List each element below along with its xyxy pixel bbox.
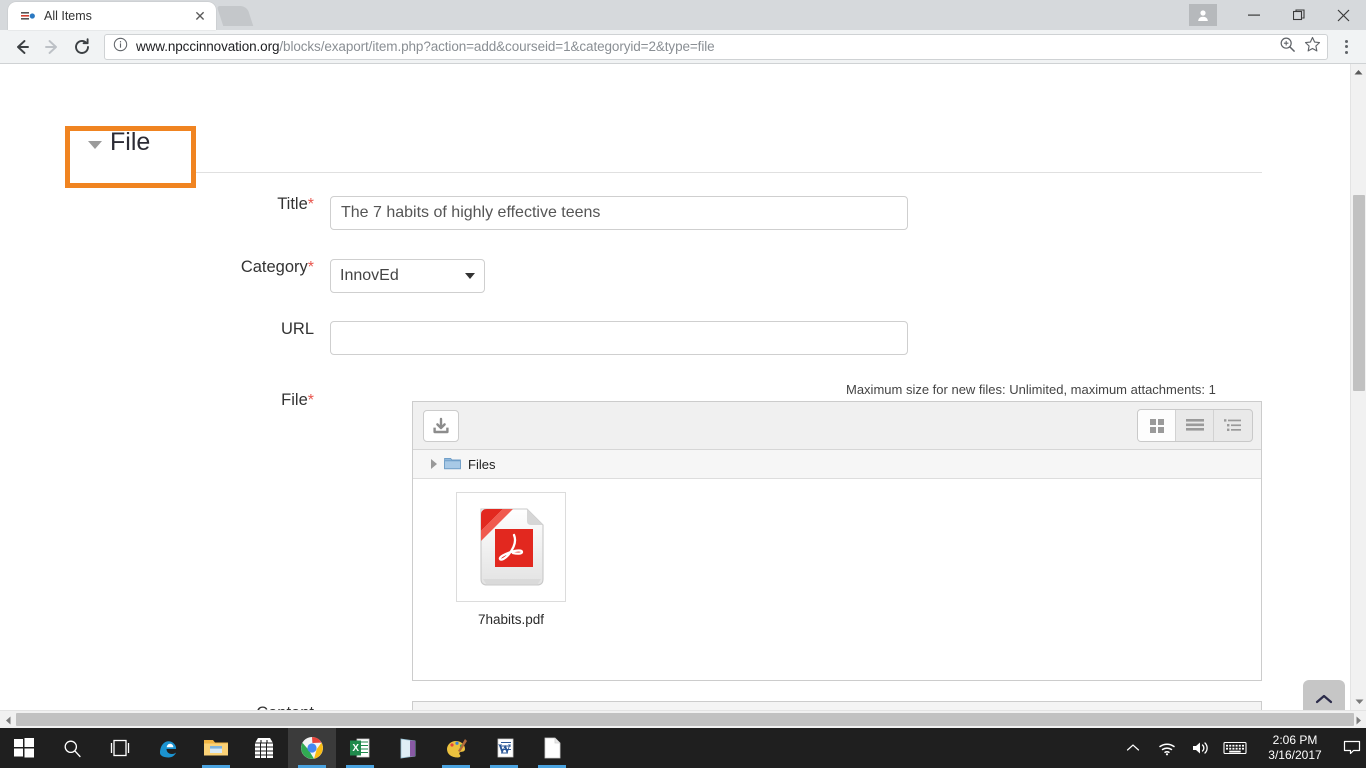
avatar-icon[interactable] <box>1189 4 1217 26</box>
new-tab-icon[interactable] <box>216 6 254 26</box>
svg-text:X: X <box>352 743 359 754</box>
minimize-icon[interactable] <box>1231 0 1276 30</box>
folder-icon <box>444 456 461 473</box>
address-bar[interactable]: www.npccinnovation.org/blocks/exaport/it… <box>104 33 1328 60</box>
exaport-item-form: File Title* Category* InnovEd URL <box>0 64 1350 710</box>
file-manager-body: 7habits.pdf <box>413 479 1261 679</box>
clock-date: 3/16/2017 <box>1268 748 1322 762</box>
pdf-file-icon <box>456 492 566 602</box>
title-input[interactable] <box>330 196 908 230</box>
file-label: File* <box>281 391 314 409</box>
windows-taskbar: X W 2:06 PM 3/16/2017 <box>0 728 1366 768</box>
list-lines-icon[interactable] <box>1176 410 1214 441</box>
browser-toolbar: www.npccinnovation.org/blocks/exaport/it… <box>0 30 1366 64</box>
info-circle-icon[interactable] <box>113 37 129 57</box>
clock[interactable]: 2:06 PM 3/16/2017 <box>1252 728 1338 768</box>
document-icon[interactable] <box>528 728 576 768</box>
file-manager-toolbar <box>413 402 1261 450</box>
excel-icon[interactable]: X <box>336 728 384 768</box>
close-icon[interactable] <box>1321 0 1366 30</box>
tree-list-icon[interactable] <box>1214 410 1252 441</box>
url-text: www.npccinnovation.org/blocks/exaport/it… <box>136 39 1279 54</box>
word-icon[interactable]: W <box>480 728 528 768</box>
windows-start-icon[interactable] <box>0 728 48 768</box>
grid-icon[interactable] <box>1138 410 1176 441</box>
three-dot-menu-icon[interactable] <box>1334 39 1358 54</box>
view-toggle-group <box>1137 409 1253 442</box>
url-host: www.npccinnovation.org <box>136 39 280 54</box>
vertical-scrollbar[interactable] <box>1350 64 1366 710</box>
file-section-legend[interactable]: File <box>88 128 150 157</box>
forward-arrow-icon <box>38 33 66 61</box>
file-name-label: 7habits.pdf <box>477 612 545 627</box>
url-input[interactable] <box>330 321 908 355</box>
caret-left-icon[interactable] <box>0 711 16 729</box>
horizontal-scroll-thumb[interactable] <box>16 713 1354 726</box>
breadcrumb-label: Files <box>468 456 496 472</box>
title-label: Title* <box>277 195 314 213</box>
url-path: /blocks/exaport/item.php?action=add&cour… <box>279 39 715 54</box>
keyboard-icon[interactable] <box>1218 728 1252 768</box>
back-arrow-icon[interactable] <box>8 33 36 61</box>
max-size-note: Maximum size for new files: Unlimited, m… <box>846 382 1216 397</box>
wifi-icon[interactable] <box>1150 728 1184 768</box>
field-row-title: Title* <box>0 196 908 230</box>
caret-down-icon[interactable] <box>1351 693 1366 710</box>
microsoft-store-icon[interactable] <box>240 728 288 768</box>
system-tray: 2:06 PM 3/16/2017 <box>1116 728 1366 768</box>
field-row-url: URL <box>0 321 908 355</box>
caret-right-icon[interactable] <box>1350 711 1366 729</box>
window-controls <box>1189 0 1366 30</box>
required-marker: * <box>307 196 314 213</box>
file-explorer-icon[interactable] <box>192 728 240 768</box>
onenote-icon[interactable] <box>384 728 432 768</box>
edge-browser-icon[interactable] <box>144 728 192 768</box>
upload-tray-icon[interactable] <box>423 409 459 442</box>
caret-up-icon[interactable] <box>1351 64 1366 81</box>
text-editor: A A B I <box>412 701 1262 710</box>
vertical-scroll-thumb[interactable] <box>1353 195 1365 391</box>
field-row-category: Category* InnovEd <box>0 259 485 293</box>
reload-icon[interactable] <box>68 33 96 61</box>
task-view-icon[interactable] <box>96 728 144 768</box>
triangle-down-icon[interactable] <box>88 140 102 149</box>
chrome-browser-window: All Items ✕ www.npccinnovation.org/block… <box>0 0 1366 768</box>
field-row-file: File* <box>0 392 330 409</box>
file-section-label: File <box>110 128 151 156</box>
chevron-up-icon <box>1315 694 1333 704</box>
speech-bubble-icon[interactable] <box>1338 728 1366 768</box>
list-favicon <box>20 8 36 24</box>
star-icon[interactable] <box>1304 36 1321 58</box>
tab-title: All Items <box>44 9 92 23</box>
page-viewport: File Title* Category* InnovEd URL <box>0 64 1366 710</box>
triangle-right-icon[interactable] <box>431 459 437 469</box>
tab-strip: All Items ✕ <box>0 0 1366 30</box>
horizontal-scrollbar[interactable] <box>0 710 1366 728</box>
file-manager-breadcrumb[interactable]: Files <box>413 450 1261 479</box>
url-label: URL <box>280 320 314 338</box>
clock-time: 2:06 PM <box>1272 733 1318 747</box>
omnibox-actions <box>1279 36 1321 58</box>
file-manager: Files 7habits.pdf <box>412 401 1262 681</box>
maximize-icon[interactable] <box>1276 0 1321 30</box>
scroll-to-top-button[interactable] <box>1303 680 1345 710</box>
required-marker: * <box>307 392 314 409</box>
chevron-up-icon[interactable] <box>1116 728 1150 768</box>
chrome-browser-icon[interactable] <box>288 728 336 768</box>
zoom-magnifier-icon[interactable] <box>1279 36 1296 58</box>
search-icon[interactable] <box>48 728 96 768</box>
category-label: Category* <box>240 258 314 276</box>
speaker-icon[interactable] <box>1184 728 1218 768</box>
paint-icon[interactable] <box>432 728 480 768</box>
close-icon[interactable]: ✕ <box>192 8 208 24</box>
browser-tab-all-items[interactable]: All Items ✕ <box>8 2 216 30</box>
file-item-7habits[interactable]: 7habits.pdf <box>441 492 581 627</box>
category-selected-value: InnovEd <box>340 267 399 284</box>
chevron-down-icon <box>465 273 475 279</box>
svg-text:W: W <box>498 741 511 756</box>
category-select[interactable]: InnovEd <box>330 259 485 293</box>
editor-toolbar: A A B I <box>413 702 1261 710</box>
required-marker: * <box>307 259 314 276</box>
section-divider <box>110 172 1262 173</box>
